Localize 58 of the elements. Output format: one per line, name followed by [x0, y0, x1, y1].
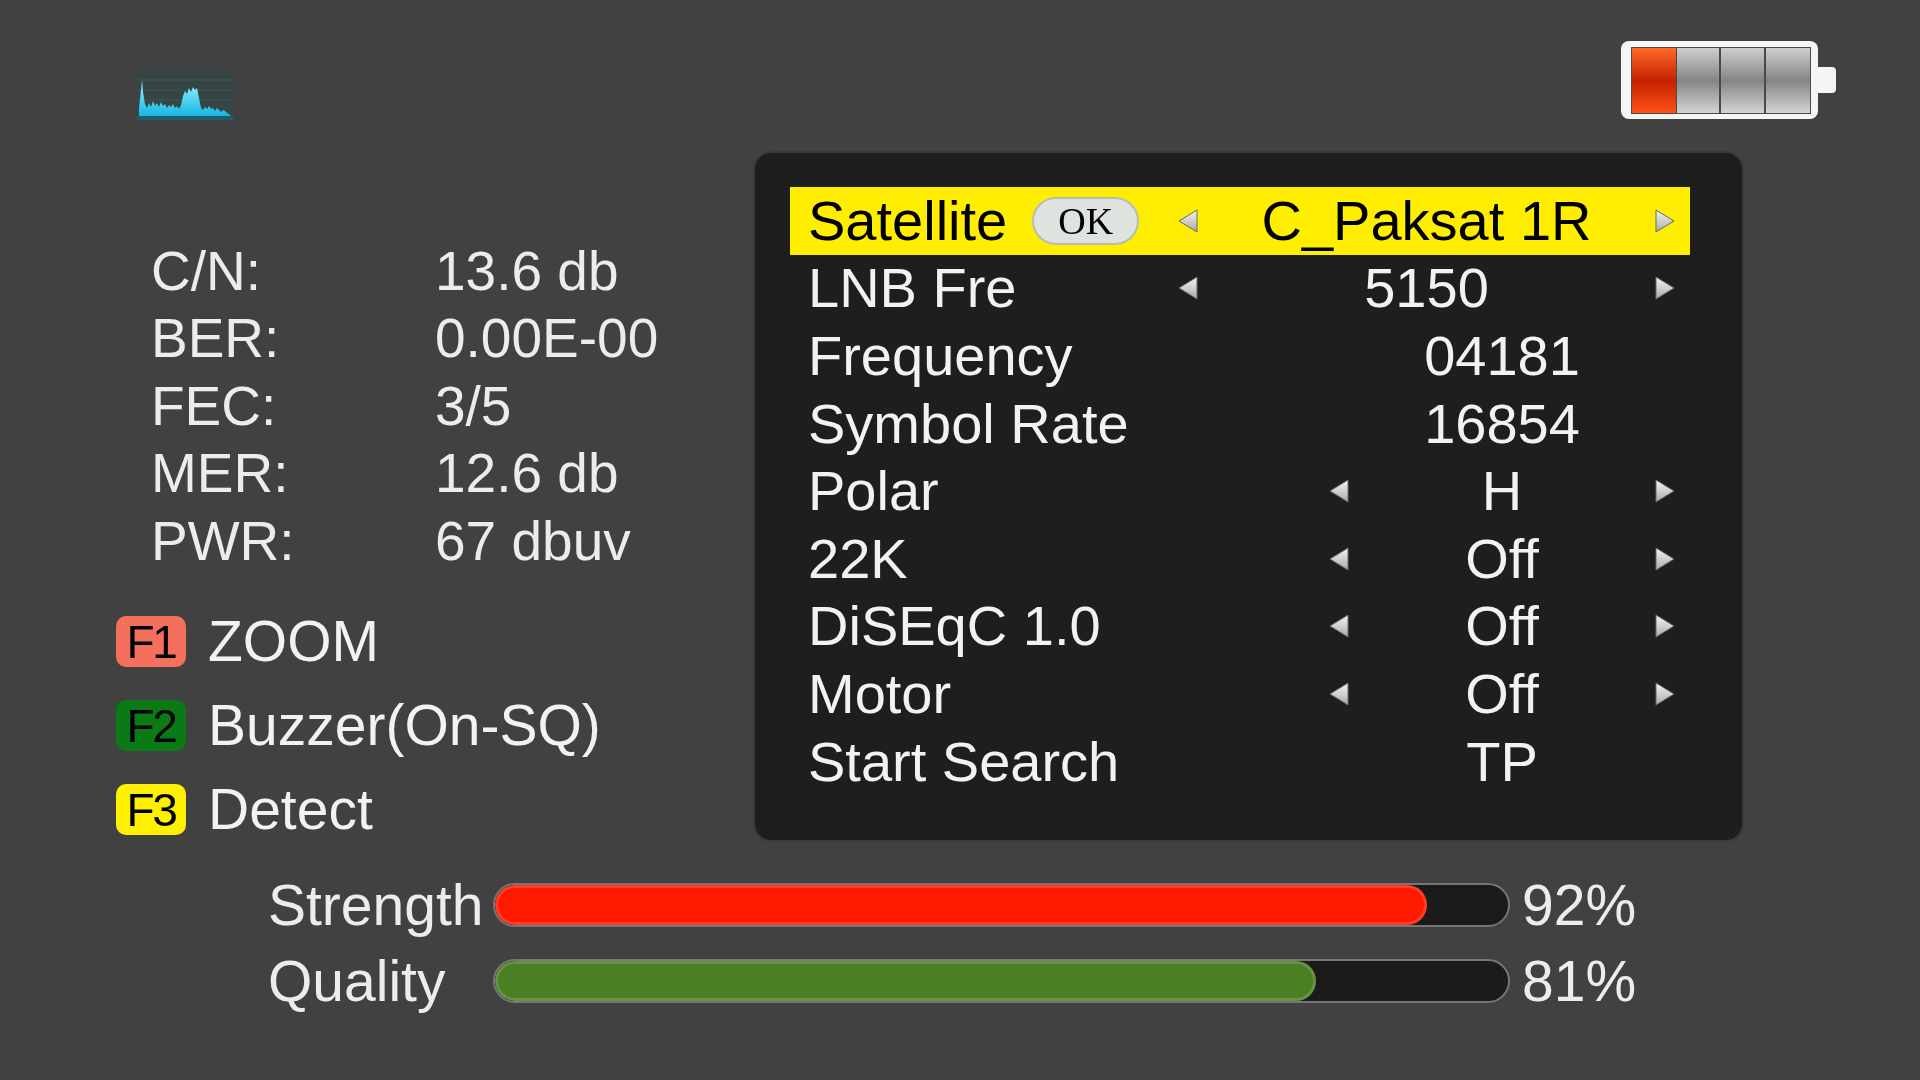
stat-value: 12.6 db	[435, 441, 619, 507]
left-arrow-icon	[1329, 614, 1349, 639]
setting-label: Polar	[808, 463, 939, 520]
key-action-label: Buzzer(On-SQ)	[208, 697, 601, 755]
stat-label: PWR:	[151, 508, 296, 574]
spectrum-icon	[137, 70, 233, 120]
menu-row[interactable]: Satellite OK C_Paksat 1R	[790, 187, 1690, 255]
stat-label: BER:	[151, 306, 281, 372]
setting-value: Off	[1465, 598, 1539, 655]
right-arrow-icon	[1655, 681, 1675, 706]
stat-value: 3/5	[435, 373, 512, 439]
setting-value: 16854	[1424, 395, 1580, 452]
stat-label: C/N:	[151, 239, 262, 304]
function-key-badge: F2	[116, 700, 186, 752]
left-arrow-icon	[1178, 276, 1198, 301]
function-key-badge: F3	[116, 784, 186, 836]
key-action-label: ZOOM	[208, 613, 379, 671]
stat-value: 0.00E-00	[435, 306, 659, 372]
menu-row[interactable]: LNB Fre 5150	[790, 254, 1690, 323]
battery-icon	[1620, 40, 1837, 120]
menu-row[interactable]: DiSEqC 1.0 Off	[790, 592, 1690, 661]
setting-label: Satellite	[808, 192, 1008, 249]
stat-value: 13.6 db	[435, 239, 619, 304]
key-action-label: Detect	[208, 781, 373, 839]
stat-label: MER:	[151, 441, 290, 507]
meter-reading: 81%	[1522, 952, 1637, 1010]
right-arrow-icon	[1655, 208, 1675, 233]
menu-row[interactable]: 22K Off	[790, 524, 1690, 593]
right-arrow-icon	[1655, 479, 1675, 504]
menu-row[interactable]: Polar H	[790, 457, 1690, 525]
setting-value: 04181	[1424, 328, 1580, 384]
right-arrow-icon	[1655, 546, 1675, 571]
setting-label: 22K	[808, 530, 908, 587]
left-arrow-icon	[1329, 681, 1349, 706]
setting-label: Start Search	[808, 733, 1120, 790]
setting-value: Off	[1465, 530, 1539, 587]
menu-row[interactable]: Start Search TP	[790, 727, 1690, 796]
menu-row[interactable]: Frequency 04181	[790, 322, 1690, 390]
setting-value: TP	[1466, 733, 1538, 790]
left-arrow-icon	[1329, 479, 1349, 504]
function-key-badge: F1	[116, 616, 186, 668]
setting-label: DiSEqC 1.0	[808, 598, 1101, 655]
setting-value: Off	[1465, 665, 1539, 722]
stat-label: FEC:	[151, 373, 278, 439]
meter-reading: 92%	[1522, 876, 1637, 934]
setting-label: Motor	[808, 665, 952, 722]
setting-value: H	[1481, 463, 1523, 520]
setting-value: C_Paksat 1R	[1261, 192, 1592, 249]
right-arrow-icon	[1655, 276, 1675, 301]
right-arrow-icon	[1655, 614, 1675, 639]
setting-label: LNB Fre	[808, 260, 1017, 317]
setting-value: 5150	[1364, 260, 1489, 317]
menu-row[interactable]: Motor Off	[790, 660, 1690, 728]
stat-value: 67 dbuv	[435, 508, 631, 574]
left-arrow-icon	[1329, 546, 1349, 571]
left-arrow-icon	[1178, 208, 1198, 233]
menu-row[interactable]: Symbol Rate 16854	[790, 389, 1690, 458]
ok-key-badge: OK	[1032, 196, 1140, 245]
